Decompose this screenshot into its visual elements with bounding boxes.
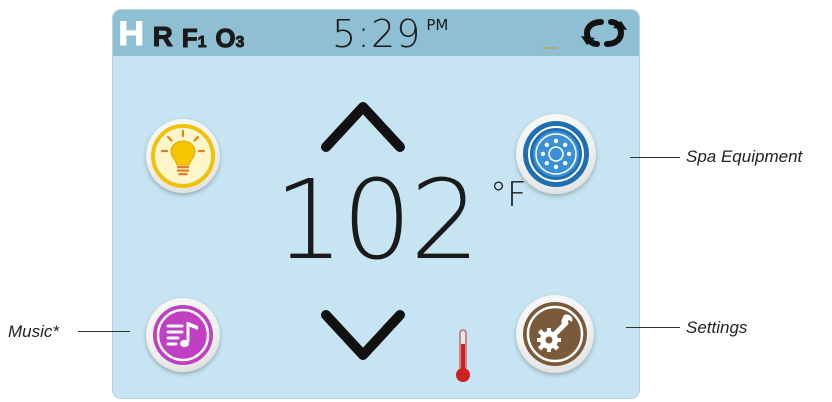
temperature-value: 102 [274,156,480,284]
annotated-diagram: H R F1 O3 5:29 PM 102 °F Spa Equipment S… [0,0,832,402]
settings-callout: Settings [686,318,748,337]
spa-equipment-callout: Spa Equipment [686,147,803,166]
spa-control-screen: H R F1 O3 5:29 PM 102 °F [113,10,639,398]
sync-arrows-icon[interactable] [579,16,629,50]
light-bulb-icon [151,124,215,188]
ozone-indicator: O3 [215,23,245,53]
clock-time: 5:29 [332,12,422,56]
music-note-icon [153,305,213,365]
heat-indicator: H [118,15,145,53]
jets-icon [523,121,589,187]
wrench-gear-icon [523,302,587,366]
temperature-down-arrow[interactable] [320,307,406,367]
settings-button[interactable] [516,295,594,373]
music-leader-line [78,331,130,332]
temperature-display: 102 °F [274,162,527,278]
spa-equipment-leader-line [630,157,680,158]
status-indicators: H R F1 O3 [118,15,245,53]
thermometer-icon [456,329,470,382]
temperature-up-arrow[interactable] [320,95,406,155]
spa-equipment-button[interactable] [516,114,596,194]
ozone-indicator-letter: O [215,23,236,53]
status-separator [543,47,557,49]
light-button[interactable] [146,119,220,193]
clock: 5:29 PM [332,12,448,56]
filter-indicator: F1 [181,23,207,53]
filter-indicator-letter: F [181,23,198,53]
filter-indicator-number: 1 [197,34,207,51]
ozone-indicator-number: 3 [235,34,245,51]
temperature-unit: °F [489,175,527,215]
music-button[interactable] [146,298,220,372]
ready-indicator: R [152,21,173,52]
clock-ampm: PM [426,16,449,34]
status-bar: H R F1 O3 5:29 PM [113,10,639,56]
music-callout: Music* [8,322,60,341]
settings-leader-line [626,327,680,328]
